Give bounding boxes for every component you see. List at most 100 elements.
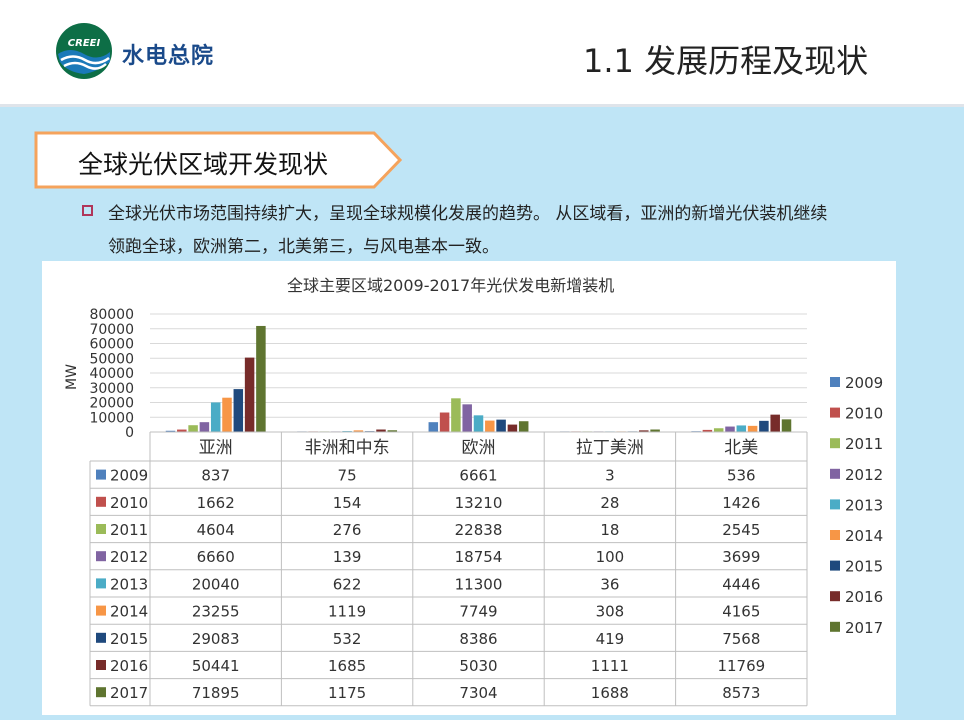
legend-key xyxy=(830,560,840,571)
legend-key xyxy=(830,621,840,632)
table-series-label: 2012 xyxy=(110,548,148,566)
bar xyxy=(759,420,769,432)
data-label: 71895 xyxy=(192,684,240,702)
data-label: 1426 xyxy=(722,494,760,512)
legend-label: 2016 xyxy=(845,588,883,606)
bar xyxy=(747,425,758,432)
bar xyxy=(485,420,495,432)
category-label: 亚洲 xyxy=(199,438,233,458)
data-label: 4446 xyxy=(722,575,760,593)
data-label: 28 xyxy=(600,494,619,512)
category-label: 非洲和中东 xyxy=(305,438,390,458)
data-label: 11769 xyxy=(717,657,765,675)
bar xyxy=(496,419,506,432)
table-series-label: 2010 xyxy=(110,494,148,512)
bar xyxy=(736,425,747,432)
data-label: 536 xyxy=(727,467,756,485)
creei-logo-icon: CREEI xyxy=(56,23,112,79)
data-label: 1685 xyxy=(328,657,366,675)
data-label: 1119 xyxy=(328,603,366,621)
table-legend-key xyxy=(96,660,106,670)
bar xyxy=(439,412,450,432)
category-label: 欧洲 xyxy=(462,438,496,458)
table-series-label: 2014 xyxy=(110,603,148,621)
y-tick-label: 60000 xyxy=(89,337,134,353)
data-label: 5030 xyxy=(459,657,497,675)
data-label: 1662 xyxy=(197,494,235,512)
category-label: 拉丁美洲 xyxy=(576,438,644,458)
data-label: 20040 xyxy=(192,575,240,593)
legend-label: 2017 xyxy=(845,619,883,637)
data-label: 532 xyxy=(333,630,362,648)
data-label: 13210 xyxy=(455,494,503,512)
bullet-text-line-2: 领跑全球，欧洲第二，北美第三，与风电基本一致。 xyxy=(108,237,499,257)
bar xyxy=(781,419,792,432)
legend-label: 2014 xyxy=(845,527,883,545)
table-legend-key xyxy=(96,632,106,643)
bar xyxy=(233,389,244,432)
data-label: 3699 xyxy=(722,548,760,566)
bar xyxy=(244,357,255,432)
data-label: 419 xyxy=(596,630,625,648)
y-tick-label: 0 xyxy=(125,425,134,441)
table-legend-key xyxy=(96,496,106,507)
bar xyxy=(725,426,735,432)
table-series-label: 2017 xyxy=(110,684,148,702)
y-tick-label: 70000 xyxy=(89,322,134,338)
data-label: 276 xyxy=(333,521,362,539)
data-label: 6661 xyxy=(459,467,497,485)
table-series-label: 2016 xyxy=(110,657,148,675)
bullet-marker xyxy=(82,205,93,216)
table-legend-key xyxy=(96,687,106,698)
table-legend-key xyxy=(96,578,106,589)
table-legend-key xyxy=(96,524,106,534)
bar xyxy=(256,325,266,432)
bar xyxy=(713,428,724,432)
data-label: 7304 xyxy=(459,684,497,702)
bar xyxy=(222,397,232,432)
legend-key xyxy=(830,468,840,479)
y-tick-label: 40000 xyxy=(89,366,134,382)
y-tick-label: 20000 xyxy=(89,396,134,412)
y-tick-label: 80000 xyxy=(89,307,134,323)
data-label: 4604 xyxy=(197,521,235,539)
data-label: 1688 xyxy=(591,684,629,702)
data-label: 2545 xyxy=(722,521,760,539)
legend-label: 2009 xyxy=(845,374,883,392)
section-title: 全球光伏区域开发现状 xyxy=(78,150,329,179)
data-label: 36 xyxy=(600,575,619,593)
bar xyxy=(473,415,484,432)
data-label: 6660 xyxy=(197,548,235,566)
data-label: 4165 xyxy=(722,603,760,621)
bar xyxy=(210,402,221,432)
data-label: 8573 xyxy=(722,684,760,702)
data-label: 29083 xyxy=(192,630,240,648)
y-axis-label: MW xyxy=(64,364,80,390)
data-label: 8386 xyxy=(459,630,497,648)
data-label: 18754 xyxy=(455,548,503,566)
data-label: 139 xyxy=(333,548,362,566)
y-tick-label: 30000 xyxy=(89,381,134,397)
bar xyxy=(462,404,472,432)
table-series-label: 2011 xyxy=(110,521,148,539)
table-series-label: 2015 xyxy=(110,630,148,648)
bar xyxy=(428,422,439,432)
legend-label: 2015 xyxy=(845,558,883,576)
legend-label: 2011 xyxy=(845,435,883,453)
bullet-text-line-1: 全球光伏市场范围持续扩大，呈现全球规模化发展的趋势。 从区域看，亚洲的新增光伏装… xyxy=(108,204,828,224)
data-label: 837 xyxy=(201,467,230,485)
legend-key xyxy=(830,530,840,540)
legend-key xyxy=(830,407,840,418)
table-legend-key xyxy=(96,605,106,616)
logo-text: 水电总院 xyxy=(122,44,215,69)
data-label: 1111 xyxy=(591,657,629,675)
bar-chart: 0100002000030000400005000060000700008000… xyxy=(64,307,883,707)
logo-badge: CREEI xyxy=(68,38,101,49)
legend-label: 2010 xyxy=(845,405,883,423)
data-label: 23255 xyxy=(192,603,240,621)
page-title: 1.1 发展历程及现状 xyxy=(583,42,869,80)
data-label: 50441 xyxy=(192,657,240,675)
table-series-label: 2013 xyxy=(110,575,148,593)
data-label: 11300 xyxy=(455,575,503,593)
bar xyxy=(199,422,210,432)
